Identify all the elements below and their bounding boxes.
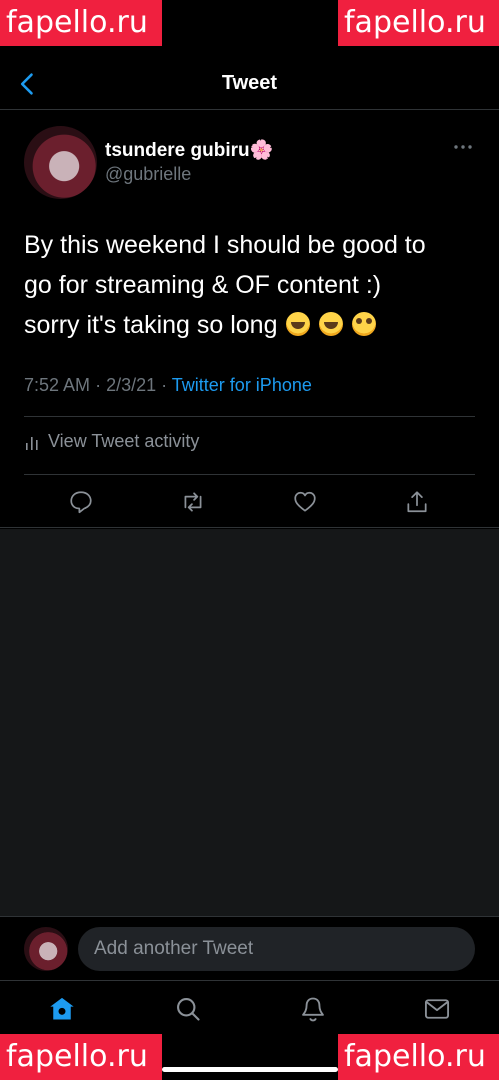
activity-bars-icon (26, 436, 38, 450)
divider (24, 416, 475, 417)
tweet-date: 2/3/21 (106, 375, 157, 395)
notifications-icon[interactable] (299, 995, 327, 1023)
pleading-face-icon (352, 312, 377, 336)
tweet-text-line: go for streaming & OF content :) (24, 271, 382, 299)
home-indicator (162, 1067, 338, 1072)
watermark-bottom-right: fapello.ru (338, 1034, 499, 1080)
tweet-detail: tsundere gubiru🌸 @gubrielle By this week… (0, 111, 499, 528)
retweet-icon[interactable] (180, 489, 206, 515)
like-icon[interactable] (292, 489, 318, 515)
watermark-top-right: fapello.ru (338, 0, 499, 46)
tweet-text-line: sorry it's taking so long (24, 305, 474, 345)
watermark-bottom-left: fapello.ru (0, 1034, 162, 1080)
view-activity-button[interactable]: View Tweet activity (24, 431, 199, 452)
empty-replies-area (0, 529, 499, 916)
reply-avatar (24, 927, 68, 971)
username[interactable]: @gubrielle (105, 164, 191, 185)
search-icon[interactable] (174, 995, 202, 1023)
share-icon[interactable] (404, 489, 430, 515)
tweet-actions (0, 489, 499, 519)
avatar[interactable] (24, 126, 97, 199)
divider (24, 474, 475, 475)
meta-separator: · (95, 375, 107, 395)
tweet-text: By this weekend I should be good to go f… (24, 225, 474, 345)
messages-icon[interactable] (423, 995, 451, 1023)
reply-icon[interactable] (68, 489, 94, 515)
meta-separator: · (161, 375, 172, 395)
page-title: Tweet (221, 72, 278, 94)
tweet-text-line: By this weekend I should be good to (24, 231, 426, 259)
tweet-meta: 7:52 AM · 2/3/21 · Twitter for iPhone (24, 375, 312, 396)
display-name[interactable]: tsundere gubiru🌸 (105, 138, 273, 162)
tweet-text-fragment: sorry it's taking so long (24, 311, 278, 339)
watermark-top-left: fapello.ru (0, 0, 162, 46)
reply-bar (0, 916, 499, 980)
loudly-crying-face-icon (319, 312, 344, 336)
home-icon[interactable] (48, 995, 76, 1023)
add-tweet-input[interactable] (78, 927, 475, 971)
header: Tweet (0, 58, 499, 110)
more-options-icon[interactable] (453, 137, 473, 157)
tweet-time: 7:52 AM (24, 375, 91, 395)
loudly-crying-face-icon (286, 312, 311, 336)
activity-label: View Tweet activity (48, 431, 200, 451)
tweet-source-link[interactable]: Twitter for iPhone (172, 375, 312, 395)
